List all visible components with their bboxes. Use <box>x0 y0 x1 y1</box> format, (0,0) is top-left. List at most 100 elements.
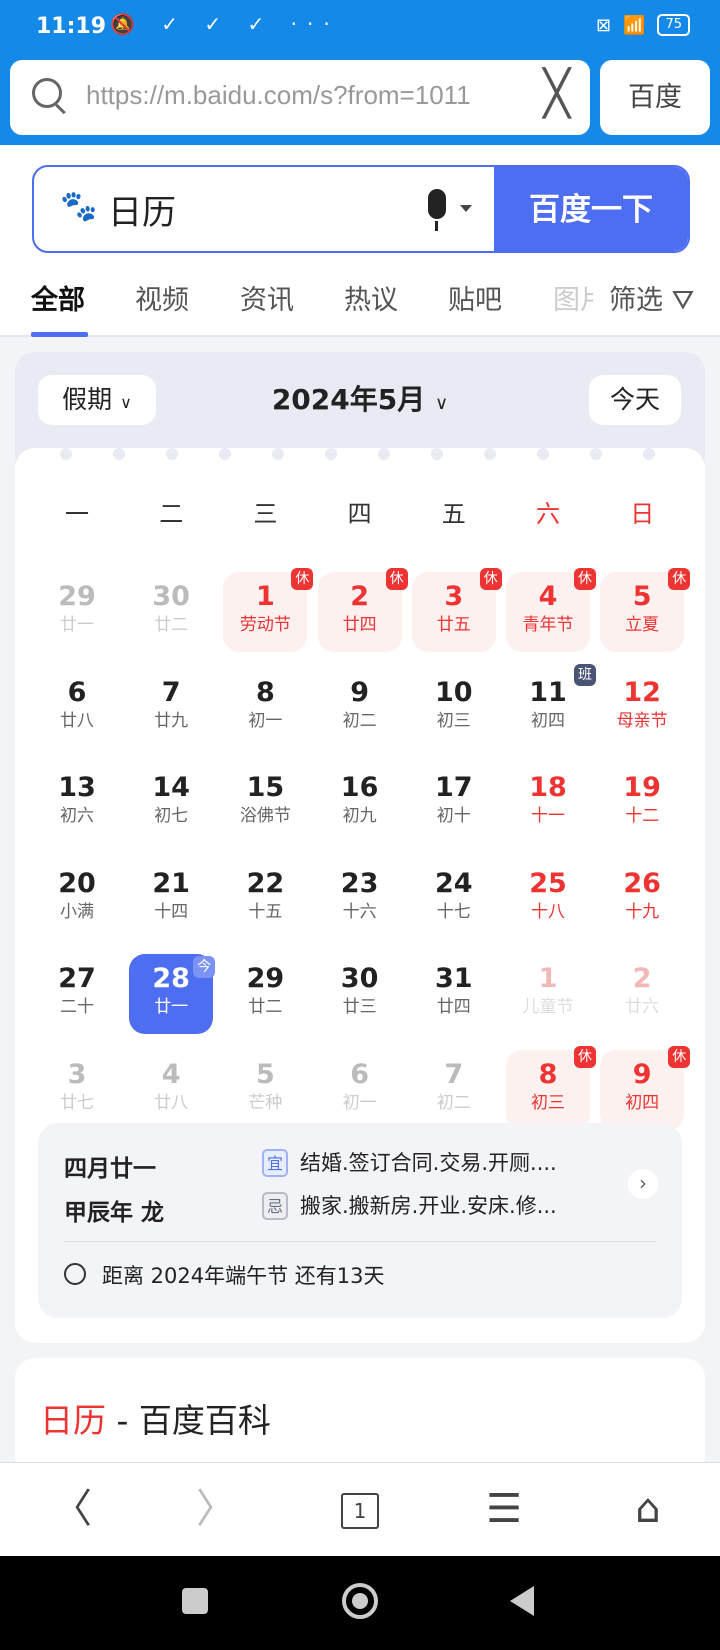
lunar-day: 母亲节 <box>616 710 668 731</box>
day-cell[interactable]: 12 母亲节 <box>600 668 684 748</box>
result-title[interactable]: 日历 - 百度百科 <box>40 1394 271 1442</box>
day-cell[interactable]: 29 廿一 <box>35 572 119 652</box>
lunar-date: 四月廿一 <box>64 1155 156 1182</box>
close-icon[interactable]: ╳ <box>544 68 571 119</box>
day-cell[interactable]: 6 初一 <box>318 1050 402 1130</box>
day-cell[interactable]: 28 廿一今 <box>129 954 216 1035</box>
search-box[interactable]: 🐾 日历 百度一下 <box>32 165 690 253</box>
lunar-day: 小满 <box>60 901 94 922</box>
chevron-right-icon[interactable]: › <box>628 1169 658 1199</box>
day-number: 7 <box>161 676 181 708</box>
weekday-label: 五 <box>441 500 466 528</box>
day-cell[interactable]: 20 小满 <box>35 859 119 939</box>
day-cell[interactable]: 9 初四休 <box>600 1046 691 1130</box>
day-number: 3 <box>67 1059 87 1090</box>
almanac-panel[interactable]: 四月廿一 甲辰年 龙 宜 结婚.签订合同.交易.开厕.... 忌 搬家.搬新房.… <box>38 1123 682 1318</box>
lunar-day: 廿八 <box>154 1093 189 1113</box>
day-cell[interactable]: 11 初四班 <box>506 663 596 748</box>
lunar-day: 廿二 <box>248 997 283 1018</box>
day-cell[interactable]: 1 劳动节休 <box>223 568 314 652</box>
day-cell[interactable]: 2 廿六 <box>600 954 684 1034</box>
baidu-paw-logo-icon: 🐾 <box>60 189 98 224</box>
baidu-home-button[interactable]: 百度 <box>600 60 710 135</box>
microphone-icon[interactable] <box>428 189 446 231</box>
search-input[interactable]: 日历 <box>108 185 176 234</box>
back-nav-icon[interactable] <box>510 1586 534 1616</box>
day-cell[interactable]: 30 廿二 <box>129 572 213 652</box>
day-cell[interactable]: 14 初七 <box>129 763 213 843</box>
day-cell[interactable]: 10 初三 <box>412 668 496 748</box>
lunar-day: 廿九 <box>154 710 189 731</box>
recents-icon[interactable] <box>182 1588 208 1614</box>
weekday-label: 六 <box>536 500 560 528</box>
tab-all[interactable]: 全部 <box>31 278 85 317</box>
day-cell[interactable]: 17 初十 <box>412 763 496 843</box>
clock: 11:19 <box>36 14 107 39</box>
tabs-button[interactable]: 1 <box>330 1481 390 1537</box>
day-cell[interactable]: 30 廿三 <box>318 954 402 1034</box>
day-cell[interactable]: 15 浴佛节 <box>223 763 307 843</box>
day-cell[interactable]: 8 初三休 <box>506 1046 596 1130</box>
day-cell[interactable]: 16 初九 <box>318 763 402 843</box>
today-button[interactable]: 今天 <box>589 375 681 425</box>
day-cell[interactable]: 7 廿九 <box>129 668 213 748</box>
day-number: 22 <box>246 867 285 899</box>
lunar-day: 初一 <box>248 710 283 731</box>
day-cell[interactable]: 24 十七 <box>412 859 496 939</box>
day-cell[interactable]: 19 十二 <box>600 763 684 843</box>
home-icon[interactable]: ⌂ <box>618 1481 678 1537</box>
day-cell[interactable]: 2 廿四休 <box>317 568 408 652</box>
binder-ring <box>325 440 337 464</box>
tab-tieba[interactable]: 贴吧 <box>448 278 502 317</box>
day-cell[interactable]: 13 初六 <box>35 763 119 843</box>
forward-icon[interactable]: 〉 <box>186 1481 246 1537</box>
day-cell[interactable]: 1 儿童节 <box>506 954 590 1034</box>
sim-icon: ⊠ <box>595 14 612 36</box>
lunar-day: 初七 <box>154 806 189 827</box>
menu-icon[interactable]: ☰ <box>474 1481 534 1537</box>
day-cell[interactable]: 22 十五 <box>223 859 307 939</box>
baike-result-card[interactable]: 日历 - 百度百科 <box>15 1358 705 1478</box>
back-icon[interactable]: 〈 <box>42 1481 102 1537</box>
day-cell[interactable]: 31 廿四 <box>412 954 496 1034</box>
day-cell[interactable]: 7 初二 <box>412 1050 496 1130</box>
day-cell[interactable]: 27 二十 <box>35 954 119 1034</box>
day-cell[interactable]: 3 廿七 <box>35 1050 119 1130</box>
day-number: 17 <box>435 772 473 804</box>
day-number: 8 <box>255 676 275 708</box>
day-number: 26 <box>623 867 661 899</box>
lunar-day: 初四 <box>531 710 565 731</box>
day-cell[interactable]: 6 廿八 <box>35 668 119 748</box>
status-bar: 11:19 🔕 ✓ ✓ ✓ ··· ⊠ 📶 75 <box>0 0 720 58</box>
day-number: 27 <box>58 963 96 995</box>
day-cell[interactable]: 5 芒种 <box>223 1050 307 1130</box>
day-cell[interactable]: 5 立夏休 <box>600 568 691 652</box>
search-button[interactable]: 百度一下 <box>494 167 688 251</box>
filter-label: 筛选 <box>609 285 663 316</box>
home-button-icon[interactable] <box>342 1583 378 1619</box>
url-bar[interactable]: https://m.baidu.com/s?from=1011 ╳ <box>10 60 590 135</box>
day-cell[interactable]: 3 廿五休 <box>411 568 502 652</box>
day-cell[interactable]: 4 青年节休 <box>506 568 596 652</box>
day-cell[interactable]: 9 初二 <box>318 668 402 748</box>
tab-video[interactable]: 视频 <box>135 278 189 317</box>
day-cell[interactable]: 25 十八 <box>506 859 590 939</box>
tab-images[interactable]: 图片 <box>553 278 593 317</box>
day-number: 7 <box>444 1059 464 1090</box>
day-cell[interactable]: 23 十六 <box>318 859 402 939</box>
day-cell[interactable]: 26 十九 <box>600 859 684 939</box>
tab-discussion[interactable]: 热议 <box>344 278 398 317</box>
day-cell[interactable]: 18 十一 <box>506 763 590 843</box>
browser-bottom-nav: 〈 〉 1 ☰ ⌂ <box>0 1462 720 1556</box>
day-cell[interactable]: 8 初一 <box>223 668 307 748</box>
tab-news[interactable]: 资讯 <box>240 278 294 317</box>
chevron-down-icon: ∨ <box>434 393 449 414</box>
filter-button[interactable]: 筛选 ⛛ <box>609 278 695 317</box>
day-cell[interactable]: 29 廿二 <box>223 954 307 1034</box>
chevron-down-icon[interactable] <box>460 205 472 212</box>
day-cell[interactable]: 21 十四 <box>129 859 213 939</box>
day-number: 21 <box>152 867 190 899</box>
day-cell[interactable]: 4 廿八 <box>129 1050 213 1130</box>
day-number: 30 <box>340 963 379 995</box>
url-text[interactable]: https://m.baidu.com/s?from=1011 <box>86 80 516 111</box>
